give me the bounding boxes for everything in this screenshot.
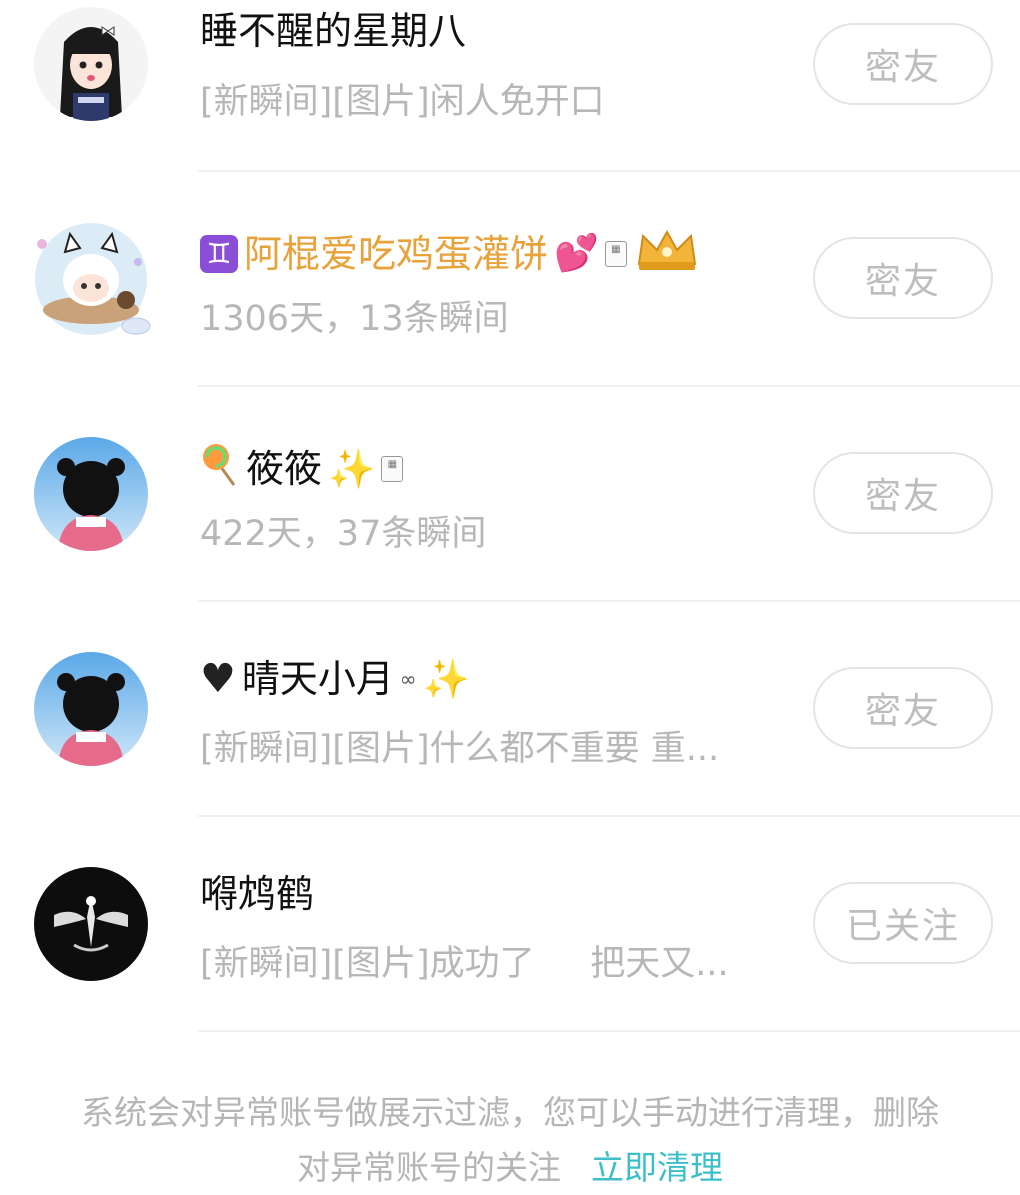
footer-text-line2: 对异常账号的关注 立即清理 [0,1140,1020,1195]
avatar[interactable] [34,437,148,551]
list-item[interactable]: 筱筱 ✨ ▦ 422天，37条瞬间 密友 [0,387,1020,602]
tile-icon: ▦ [604,241,627,267]
friend-subtitle: 422天，37条瞬间 [200,514,487,554]
dark-crest-avatar-icon [34,867,148,981]
hearts-icon: 💕 [554,233,599,274]
gemini-icon: ♊ [200,235,238,273]
friend-name: ♊ 阿棍爱吃鸡蛋灌饼 💕 ▦ [200,226,701,282]
friend-name: ♥ 晴天小月 ∞ ✨ [200,656,470,702]
friend-subtitle: [新瞬间][图片]什么都不重要 重... [200,729,720,769]
friend-name: 睡不醒的星期八 [200,9,467,53]
close-friend-button[interactable]: 密友 [813,23,993,105]
list-item[interactable]: 睡不醒的星期八 [新瞬间][图片]闲人免开口 密友 [0,0,1020,172]
following-button[interactable]: 已关注 [813,882,993,964]
avatar[interactable] [34,867,148,981]
list-item[interactable]: 嘚鸩鹤 [新瞬间][图片]成功了 把天又... 已关注 [0,817,1020,1032]
sparkles-icon: ✨ [422,657,470,701]
avatar[interactable] [18,222,164,336]
friend-subtitle: 1306天，13条瞬间 [200,299,509,339]
bow-icon: ∞ [399,667,417,691]
friend-name: 筱筱 ✨ ▦ [200,441,404,497]
avatar[interactable] [34,7,148,121]
close-friend-button[interactable]: 密友 [813,667,993,749]
list-item[interactable]: ♥ 晴天小月 ∞ ✨ [新瞬间][图片]什么都不重要 重... 密友 [0,602,1020,817]
footer-text: 对异常账号的关注 [297,1148,561,1187]
close-friend-button[interactable]: 密友 [813,237,993,319]
friend-name: 嘚鸩鹤 [200,872,315,916]
sparkles-icon: ✨ [328,447,376,491]
avatar[interactable] [34,652,148,766]
tile-icon: ▦ [381,456,404,482]
divider [198,1030,1020,1032]
crown-icon [633,226,701,282]
clean-now-link[interactable]: 立即清理 [591,1148,723,1187]
close-friend-button[interactable]: 密友 [813,452,993,534]
footer-text-line1: 系统会对异常账号做展示过滤，您可以手动进行清理，删除 [81,1093,939,1132]
friend-subtitle: [新瞬间][图片]闲人免开口 [200,82,605,122]
girl-avatar-icon [34,7,148,121]
black-heart-icon: ♥ [200,656,236,702]
cat-girl-avatar-icon [35,223,151,335]
friend-subtitle: [新瞬间][图片]成功了 把天又... [200,944,729,984]
friend-list: 睡不醒的星期八 [新瞬间][图片]闲人免开口 密友 ♊ 阿棍爱吃鸡蛋灌饼 💕 ▦… [0,0,1020,1032]
girl-back-avatar-icon [34,652,148,766]
footer-notice: 系统会对异常账号做展示过滤，您可以手动进行清理，删除 对异常账号的关注 立即清理 [0,1085,1020,1195]
list-item[interactable]: ♊ 阿棍爱吃鸡蛋灌饼 💕 ▦ 1306天，13条瞬间 密友 [0,172,1020,387]
girl-back-avatar-icon [34,437,148,551]
lollipop-icon [200,441,240,497]
